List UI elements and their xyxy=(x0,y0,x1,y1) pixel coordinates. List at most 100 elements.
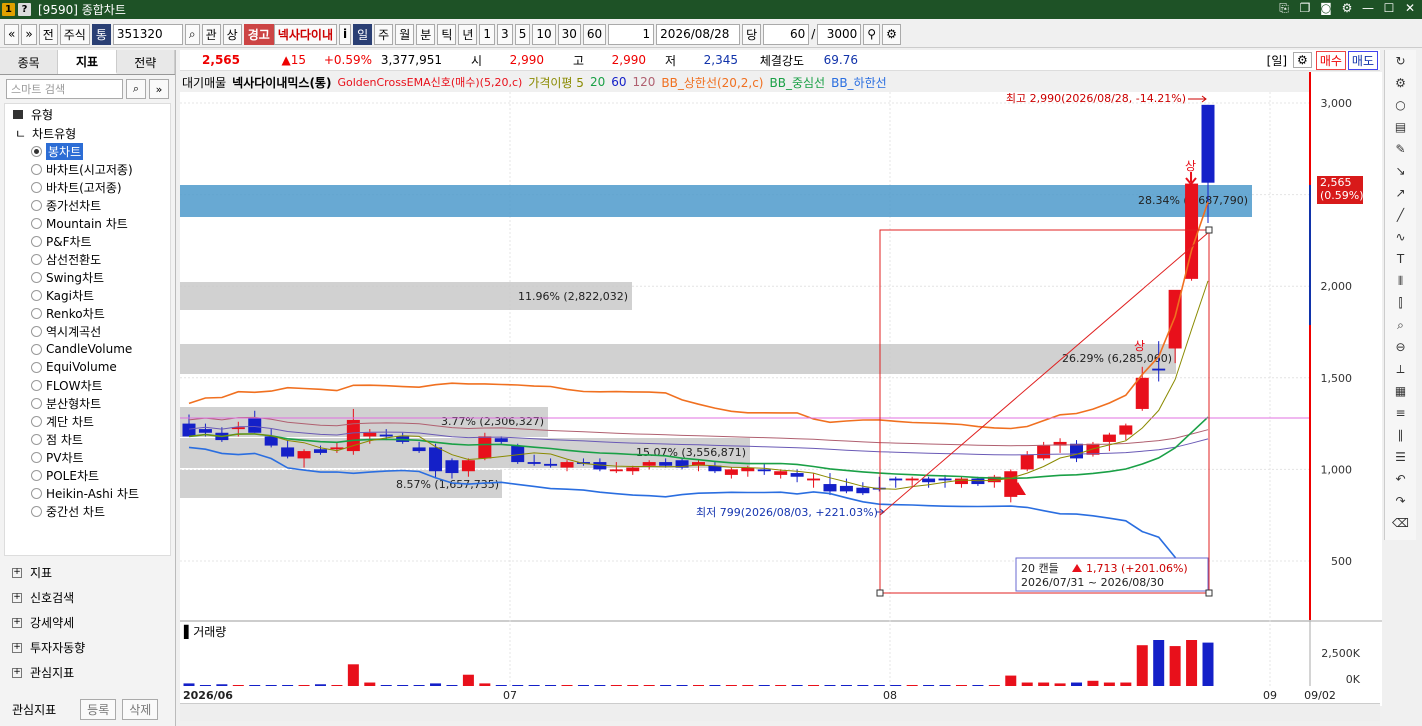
hline-icon[interactable]: ☰ xyxy=(1385,446,1416,468)
radio-icon[interactable] xyxy=(31,469,42,481)
jeon-button[interactable]: 전 xyxy=(38,23,58,45)
delete-icon[interactable]: ⌫ xyxy=(1385,512,1416,534)
minimize-icon[interactable]: — xyxy=(1360,1,1376,16)
radio-icon[interactable] xyxy=(31,235,42,247)
copy-icon[interactable]: ❐ xyxy=(1297,1,1313,16)
close-icon[interactable]: ✕ xyxy=(1402,1,1418,16)
legend-bb-mid[interactable]: BB_중심선 xyxy=(770,74,826,91)
radio-icon[interactable] xyxy=(31,271,42,283)
interval-60[interactable]: 60 xyxy=(582,23,607,45)
capture-icon[interactable]: ◙ xyxy=(1318,1,1334,16)
legend-signal[interactable]: GoldenCrossEMA신호(매수)(5,20,c) xyxy=(337,74,522,90)
gear-icon[interactable]: ⚙ xyxy=(882,23,901,45)
vline-icon[interactable]: ∥ xyxy=(1385,424,1416,446)
settings-icon[interactable]: ⚙ xyxy=(1385,72,1416,94)
chart-type-item[interactable]: Heikin-Ashi 차트 xyxy=(5,484,170,502)
chart-icon[interactable]: ▤ xyxy=(1385,116,1416,138)
smart-search-input[interactable]: 스마트 검색 xyxy=(6,79,123,99)
period-minute[interactable]: 분 xyxy=(416,23,436,45)
radio-icon[interactable] xyxy=(31,199,42,211)
chart-type-item[interactable]: Kagi차트 xyxy=(5,286,170,304)
expand-icon[interactable]: + xyxy=(12,667,22,678)
radio-icon[interactable] xyxy=(31,163,42,175)
radio-icon[interactable] xyxy=(31,181,42,193)
radio-icon[interactable] xyxy=(31,343,42,355)
count-select[interactable]: 1 xyxy=(608,23,655,45)
chart-type-item[interactable]: Renko차트 xyxy=(5,304,170,322)
group-item[interactable]: + 신호검색 xyxy=(0,585,175,610)
date-input[interactable]: 2026/08/28 xyxy=(656,23,741,45)
tab-stock[interactable]: 종목 xyxy=(0,50,59,74)
period-year[interactable]: 년 xyxy=(458,23,478,45)
legend-bb-upper[interactable]: BB_상한선(20,2,c) xyxy=(661,74,763,91)
radio-icon[interactable] xyxy=(31,487,42,499)
legend-ma5[interactable]: 가격이평 5 xyxy=(528,74,584,91)
group-item[interactable]: + 투자자동향 xyxy=(0,635,175,660)
radio-icon[interactable] xyxy=(31,433,42,445)
chart-type-item[interactable]: 봉차트 xyxy=(5,142,170,160)
radio-icon[interactable] xyxy=(31,217,42,229)
interval-30[interactable]: 30 xyxy=(557,23,581,45)
chart-type-item[interactable]: Mountain 차트 xyxy=(5,214,170,232)
interval-10[interactable]: 10 xyxy=(532,23,556,45)
group-item[interactable]: + 관심지표 xyxy=(0,660,175,685)
radio-icon[interactable] xyxy=(31,361,42,373)
radio-icon[interactable] xyxy=(31,289,42,301)
line-icon[interactable]: ╱ xyxy=(1385,204,1416,226)
gwan-button[interactable]: 관 xyxy=(201,23,221,45)
period-day[interactable]: 일 xyxy=(353,23,373,45)
radio-icon[interactable] xyxy=(31,145,42,157)
radio-icon[interactable] xyxy=(31,325,42,337)
sang-button[interactable]: 상 xyxy=(222,23,242,45)
chart-type-item[interactable]: FLOW차트 xyxy=(5,376,170,394)
trend-icon[interactable]: ↗ xyxy=(1385,182,1416,204)
measure-icon[interactable]: ⟂ xyxy=(1385,358,1416,380)
group-item[interactable]: + 지표 xyxy=(0,560,175,585)
legend-stock-name[interactable]: 넥사다이내믹스(통) xyxy=(232,74,331,91)
radio-icon[interactable] xyxy=(31,415,42,427)
chart-type-item[interactable]: 계단 차트 xyxy=(5,412,170,430)
chart-settings-icon[interactable]: ⚙ xyxy=(1293,52,1312,68)
radio-icon[interactable] xyxy=(31,451,42,463)
legend-ma20[interactable]: 20 xyxy=(590,75,605,89)
period-tick[interactable]: 틱 xyxy=(437,23,457,45)
expand-icon[interactable]: » xyxy=(149,79,169,99)
legend-ma60[interactable]: 60 xyxy=(611,75,626,89)
text-icon[interactable]: T xyxy=(1385,248,1416,270)
arrow-icon[interactable]: ↘ xyxy=(1385,160,1416,182)
interval-5[interactable]: 5 xyxy=(514,23,531,45)
tab-strategy[interactable]: 전략 xyxy=(116,50,175,74)
chart-type-item[interactable]: P&F차트 xyxy=(5,232,170,250)
chart-type-item[interactable]: 점 차트 xyxy=(5,430,170,448)
chart-scrollbar[interactable] xyxy=(180,703,1380,721)
radio-icon[interactable] xyxy=(31,379,42,391)
expand-icon[interactable]: + xyxy=(12,617,22,628)
chart-type-item[interactable]: Swing차트 xyxy=(5,268,170,286)
market-select[interactable]: 주식 xyxy=(59,23,90,45)
grid-icon[interactable]: ▦ xyxy=(1385,380,1416,402)
radio-icon[interactable] xyxy=(31,397,42,409)
expand-icon[interactable]: + xyxy=(12,567,22,578)
chart-type-item[interactable]: 중간선 차트 xyxy=(5,502,170,520)
zoom-icon[interactable]: ⌕ xyxy=(1385,314,1416,336)
redo-icon[interactable]: ↷ xyxy=(1385,490,1416,512)
sell-button[interactable]: 매도 xyxy=(1347,50,1378,70)
fibo-icon[interactable]: ≡ xyxy=(1385,402,1416,424)
undo-icon[interactable]: ↶ xyxy=(1385,468,1416,490)
tong-button[interactable]: 통 xyxy=(91,23,111,45)
pen-icon[interactable]: ✎ xyxy=(1385,138,1416,160)
chart-type-item[interactable]: POLE차트 xyxy=(5,466,170,484)
chart-type-item[interactable]: EquiVolume xyxy=(5,358,170,376)
radio-icon[interactable] xyxy=(31,307,42,319)
search-icon[interactable]: ⌕ xyxy=(184,23,200,45)
group-item[interactable]: + 강세약세 xyxy=(0,610,175,635)
help-icon[interactable]: ? xyxy=(18,3,31,16)
display-count-input[interactable]: 60 xyxy=(763,23,810,45)
prev-button[interactable]: « xyxy=(4,23,20,45)
info-button[interactable]: i xyxy=(339,23,352,45)
maximize-icon[interactable]: ☐ xyxy=(1381,1,1397,16)
radio-icon[interactable] xyxy=(31,505,42,517)
radio-icon[interactable] xyxy=(31,253,42,265)
total-count-input[interactable]: 3000 xyxy=(817,23,862,45)
legend-supply[interactable]: 대기매물 xyxy=(182,74,226,91)
